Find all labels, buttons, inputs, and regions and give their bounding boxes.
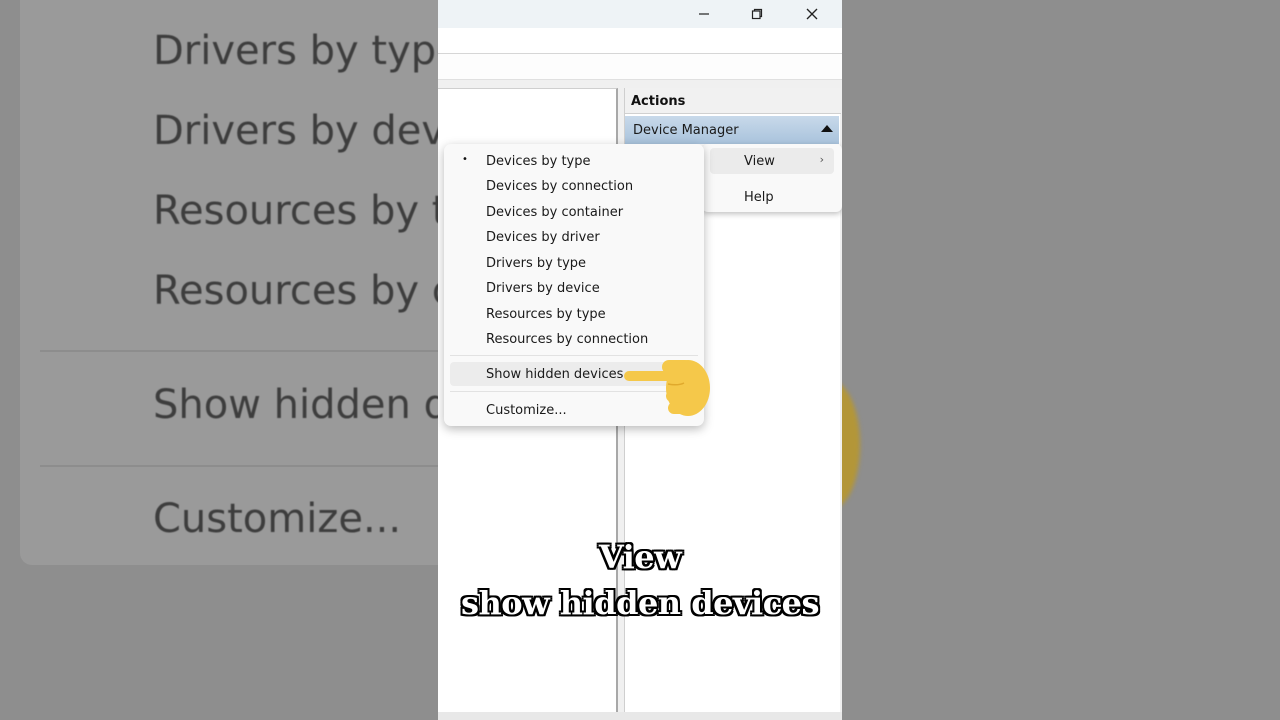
chevron-right-icon: › xyxy=(819,153,824,166)
menu-item-label: Devices by type xyxy=(486,154,591,169)
status-bar xyxy=(438,712,842,720)
menu-item-label: Devices by container xyxy=(486,205,624,220)
minimize-icon[interactable] xyxy=(694,4,714,24)
menu-item-label: Customize... xyxy=(486,403,567,418)
menu-item-label: Resources by type xyxy=(486,307,606,322)
close-icon[interactable] xyxy=(802,4,822,24)
toolbar xyxy=(438,54,842,80)
menu-item-help[interactable]: Help xyxy=(710,184,834,210)
menu-item-devices-by-driver[interactable]: Devices by driver xyxy=(450,225,698,249)
menu-item-resources-by-type[interactable]: Resources by type xyxy=(450,302,698,326)
actions-device-manager[interactable]: Device Manager xyxy=(625,116,839,144)
background-item: Drivers by type xyxy=(153,28,461,74)
caption-line-1: View xyxy=(598,538,682,576)
menu-item-devices-by-type[interactable]: • Devices by type xyxy=(450,149,698,173)
menu-item-view[interactable]: View › xyxy=(710,148,834,174)
collapse-arrow-icon[interactable] xyxy=(821,125,833,132)
checked-bullet-icon: • xyxy=(462,154,468,165)
actions-header: Actions xyxy=(625,88,841,114)
menu-bar xyxy=(438,28,842,54)
pointing-hand-icon xyxy=(624,360,710,416)
menu-item-label: Resources by connection xyxy=(486,332,649,347)
menu-item-label: Show hidden devices xyxy=(486,367,624,382)
menu-item-help-label: Help xyxy=(744,190,774,205)
menu-item-devices-by-connection[interactable]: Devices by connection xyxy=(450,174,698,198)
menu-item-devices-by-container[interactable]: Devices by container xyxy=(450,200,698,224)
menu-item-drivers-by-device[interactable]: Drivers by device xyxy=(450,276,698,300)
menu-item-label: Devices by driver xyxy=(486,230,600,245)
menu-item-drivers-by-type[interactable]: Drivers by type xyxy=(450,251,698,275)
restore-icon[interactable] xyxy=(747,4,767,24)
menu-item-label: Devices by connection xyxy=(486,179,634,194)
title-bar xyxy=(438,0,842,28)
actions-device-manager-label: Device Manager xyxy=(633,123,739,138)
background-item: Customize... xyxy=(153,496,402,542)
menu-item-resources-by-connection[interactable]: Resources by connection xyxy=(450,327,698,351)
menu-item-view-label: View xyxy=(744,154,775,169)
actions-context-menu: View › Help xyxy=(702,144,842,212)
menu-item-label: Drivers by device xyxy=(486,281,600,296)
caption-line-2: show hidden devices xyxy=(460,584,820,622)
menu-item-label: Drivers by type xyxy=(486,256,587,271)
